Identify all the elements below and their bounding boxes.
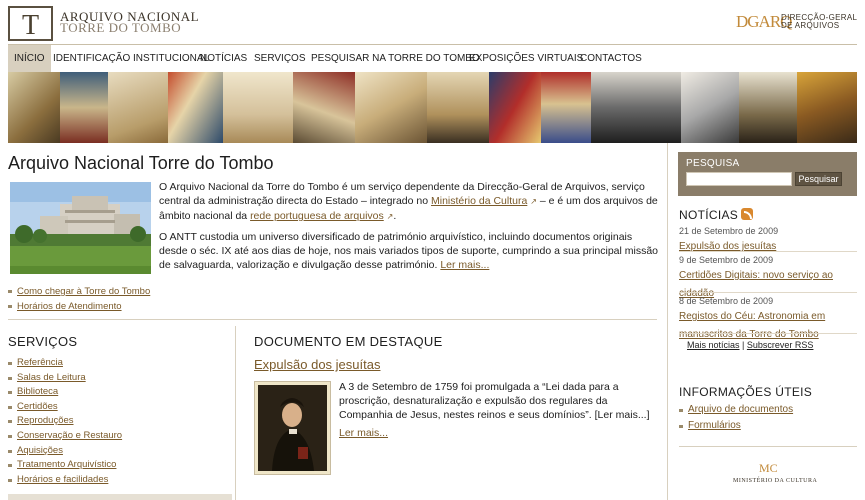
news-divider — [679, 292, 857, 293]
featured-heading: DOCUMENTO EM DESTAQUE — [254, 334, 443, 349]
intro-p2-text: O ANTT custodia um universo diversificad… — [159, 231, 659, 271]
service-link-horarios[interactable]: Horários e facilidades — [17, 474, 108, 485]
info-list: Arquivo de documentos Formulários — [679, 402, 793, 434]
horarios-atendimento-link[interactable]: Horários de Atendimento — [17, 301, 122, 312]
news-item: 8 de Setembro de 2009 Registos do Céu: A… — [679, 296, 857, 342]
nav-item-pesquisar[interactable]: PESQUISAR NA TORRE DO TOMBO — [311, 45, 480, 73]
ministerio-cultura-link[interactable]: Ministério da Cultura — [431, 195, 527, 207]
search-input[interactable] — [686, 172, 792, 186]
news-divider — [679, 251, 857, 252]
service-link-certidoes[interactable]: Certidões — [17, 401, 58, 412]
info-divider — [679, 446, 857, 447]
service-link-biblioteca[interactable]: Biblioteca — [17, 386, 58, 397]
service-link-conservacao[interactable]: Conservação e Restauro — [17, 430, 122, 441]
ministry-logo[interactable]: MC — [759, 461, 778, 476]
news-date: 21 de Setembro de 2009 — [679, 226, 779, 236]
dgarq-name[interactable]: DIRECÇÃO-GERAL DE ARQUIVOS — [781, 14, 857, 30]
more-news-link[interactable]: Mais notícias — [687, 340, 740, 350]
nav-item-identificacao[interactable]: IDENTIFICAÇÃO INSTITUCIONAL — [53, 45, 209, 73]
site-header: T ARQUIVO NACIONAL TORRE DO TOMBO DGARQ … — [0, 0, 865, 44]
service-link-reproducoes[interactable]: Reproduções — [17, 415, 74, 426]
nav-item-inicio[interactable]: INÍCIO — [8, 45, 51, 73]
services-list: Referência Salas de Leitura Biblioteca C… — [8, 356, 122, 487]
dgarq-name-line2: DE ARQUIVOS — [781, 21, 840, 30]
nav-item-servicos[interactable]: SERVIÇOS — [254, 45, 306, 73]
news-footer: Mais notícias | Subscrever RSS — [687, 340, 813, 350]
banner-collage — [8, 72, 857, 143]
news-item: 9 de Setembro de 2009 Certidões Digitais… — [679, 255, 857, 301]
list-item: Aquisições — [8, 444, 122, 459]
services-footer-bar — [8, 494, 232, 500]
nav-item-contactos[interactable]: CONTACTOS — [580, 45, 642, 73]
search-button[interactable]: Pesquisar — [795, 172, 842, 186]
news-link[interactable]: Registos do Céu: Astronomia em manuscrit… — [679, 311, 825, 340]
news-link[interactable]: Certidões Digitais: novo serviço ao cida… — [679, 270, 833, 299]
portrait-image — [258, 385, 327, 471]
site-logo[interactable]: T — [8, 6, 53, 41]
intro-paragraph-2: O ANTT custodia um universo diversificad… — [159, 230, 659, 272]
list-item: Horários e facilidades — [8, 473, 122, 488]
como-chegar-link[interactable]: Como chegar à Torre do Tombo — [17, 286, 150, 297]
list-item: Reproduções — [8, 414, 122, 429]
news-heading: NOTÍCIAS — [679, 208, 754, 222]
info-heading: INFORMAÇÕES ÚTEIS — [679, 385, 813, 399]
news-divider — [679, 333, 857, 334]
news-heading-label: NOTÍCIAS — [679, 208, 739, 222]
intro-text: O Arquivo Nacional da Torre do Tombo é u… — [159, 180, 659, 278]
subscribe-rss-link[interactable]: Subscrever RSS — [747, 340, 814, 350]
featured-read-more-link[interactable]: Ler mais... — [339, 427, 388, 439]
intro-paragraph-1: O Arquivo Nacional da Torre do Tombo é u… — [159, 180, 659, 224]
list-item: Certidões — [8, 400, 122, 415]
list-item: Como chegar à Torre do Tombo — [8, 284, 150, 299]
list-item: Salas de Leitura — [8, 371, 122, 386]
rede-arquivos-link[interactable]: rede portuguesa de arquivos — [250, 210, 384, 222]
list-item: Biblioteca — [8, 385, 122, 400]
list-item: Referência — [8, 356, 122, 371]
site-title[interactable]: ARQUIVO NACIONAL TORRE DO TOMBO — [60, 10, 199, 35]
main-nav: INÍCIO IDENTIFICAÇÃO INSTITUCIONAL NOTÍC… — [8, 44, 857, 73]
service-link-aquisicoes[interactable]: Aquisições — [17, 445, 63, 456]
featured-portrait[interactable] — [254, 381, 331, 475]
arquivo-documentos-link[interactable]: Arquivo de documentos — [688, 404, 793, 415]
service-link-salas[interactable]: Salas de Leitura — [17, 372, 86, 383]
intro-read-more-link[interactable]: Ler mais... — [440, 259, 489, 271]
building-photo — [10, 182, 151, 274]
intro-p1-part3: . — [393, 210, 397, 222]
list-item: Conservação e Restauro — [8, 429, 122, 444]
page-title: Arquivo Nacional Torre do Tombo — [8, 153, 274, 173]
nav-item-exposicoes[interactable]: EXPOSIÇÕES VIRTUAIS — [469, 45, 583, 73]
column-divider — [235, 326, 236, 500]
list-item: Tratamento Arquivístico — [8, 458, 122, 473]
logo-letter: T — [22, 10, 40, 41]
rss-icon[interactable] — [741, 208, 754, 220]
news-date: 9 de Setembro de 2009 — [679, 255, 774, 265]
nav-item-noticias[interactable]: NOTÍCIAS — [200, 45, 247, 73]
search-panel: PESQUISA Pesquisar — [678, 152, 857, 196]
sidebar-divider — [667, 143, 668, 500]
news-date: 8 de Setembro de 2009 — [679, 296, 774, 306]
search-label: PESQUISA — [686, 158, 740, 169]
site-title-line2: TORRE DO TOMBO — [60, 20, 182, 35]
service-link-referencia[interactable]: Referência — [17, 357, 63, 368]
news-item: 21 de Setembro de 2009 Expulsão dos jesu… — [679, 226, 857, 254]
quick-links: Como chegar à Torre do Tombo Horários de… — [8, 284, 150, 314]
content-divider — [8, 319, 657, 320]
featured-description: A 3 de Setembro de 1759 foi promulgada a… — [339, 381, 650, 421]
service-link-tratamento[interactable]: Tratamento Arquivístico — [17, 459, 116, 470]
list-item: Formulários — [679, 418, 793, 434]
formularios-link[interactable]: Formulários — [688, 420, 741, 431]
services-heading: SERVIÇOS — [8, 334, 78, 349]
list-item: Horários de Atendimento — [8, 299, 150, 314]
external-link-icon: ↗ — [530, 197, 537, 206]
list-item: Arquivo de documentos — [679, 402, 793, 418]
featured-title-link[interactable]: Expulsão dos jesuítas — [254, 357, 380, 372]
ministry-name[interactable]: MINISTÉRIO DA CULTURA — [733, 478, 817, 484]
news-footer-separator: | — [742, 340, 745, 350]
